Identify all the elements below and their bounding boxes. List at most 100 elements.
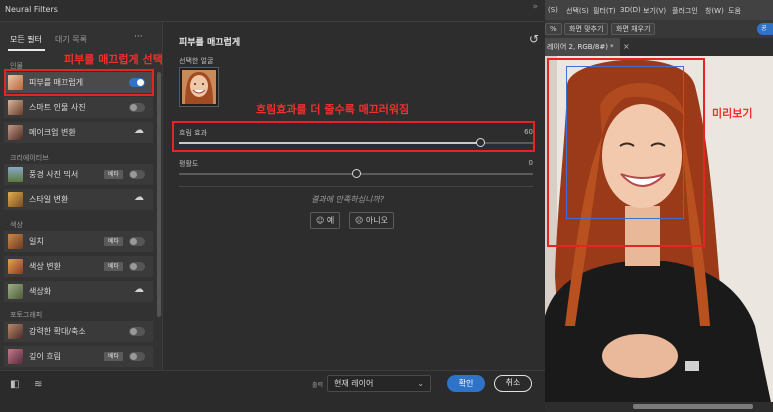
menu-item[interactable]: (S) [548, 6, 558, 14]
output-select[interactable]: 현재 레이어 ⌄ [327, 375, 431, 392]
more-dots-icon[interactable]: » [532, 2, 539, 12]
annotation-blur: 흐림효과를 더 줄수록 매끄러워짐 [256, 103, 410, 116]
layers-icon[interactable]: ≋ [34, 379, 42, 390]
tab-underline [8, 49, 45, 51]
annotation-box-filter [4, 69, 154, 96]
filter-tabs: 모든 필터 대기 목록 ··· [0, 30, 162, 51]
horizontal-scrollbar[interactable] [545, 402, 773, 412]
tab-all-filters[interactable]: 모든 필터 [10, 34, 42, 45]
frown-icon: ☹ [355, 216, 364, 225]
feedback-yes-label: 예 [326, 216, 335, 225]
feedback-no-button[interactable]: ☹ 아니오 [349, 212, 394, 229]
filter-thumb [8, 167, 23, 182]
beta-badge: 베타 [103, 262, 123, 271]
filter-item-harmonization[interactable]: 일치 베타 [4, 231, 153, 252]
options-bar: % 화면 맞추기 화면 채우기 [545, 20, 773, 38]
category-creative: 크리에이티브 [10, 154, 49, 162]
close-icon[interactable]: × [623, 42, 630, 51]
filter-toggle[interactable] [129, 327, 145, 336]
filter-thumb [8, 234, 23, 249]
compare-view-icon[interactable]: ◧ [10, 379, 19, 390]
menu-item-3d[interactable]: 3D(D) [620, 6, 641, 14]
output-label: 출력 [312, 382, 324, 389]
filter-label: 스마트 인물 사진 [29, 103, 86, 112]
category-color: 색상 [10, 221, 23, 229]
filter-thumb [8, 259, 23, 274]
menu-item-select[interactable]: 선택(S) [566, 6, 589, 16]
scroll-thumb[interactable] [633, 404, 753, 409]
divider [179, 186, 533, 187]
tab-waitlist[interactable]: 대기 목록 [55, 34, 87, 45]
smoothness-label: 평활도 [179, 160, 199, 168]
filter-label: 깊이 흐림 [29, 352, 61, 361]
filter-item-style-transfer[interactable]: 스타일 변환 ☁ [4, 189, 153, 210]
smoothness-slider[interactable] [179, 169, 533, 178]
fill-screen-button[interactable]: 화면 채우기 [611, 23, 656, 35]
sidebar-scrollbar[interactable] [157, 72, 161, 317]
selected-face-label: 선택한 얼굴 [179, 57, 214, 65]
filter-label: 색상화 [29, 287, 52, 296]
filter-item-depth-blur[interactable]: 깊이 흐림 베타 [4, 346, 153, 367]
face-thumb-image [182, 70, 216, 104]
filter-item-super-zoom[interactable]: 강력한 확대/축소 [4, 321, 153, 342]
tabs-more-icon[interactable]: ··· [134, 32, 143, 42]
menu-bar: (S) 선택(S) 필터(T) 3D(D) 보기(V) 플러그인 창(W) 도움 [545, 0, 773, 20]
filter-settings-panel: 피부를 매끄럽게 ↺ 선택한 얼굴 흐림 효과 60 평활도 0 결과에 만족하… [162, 22, 545, 370]
filter-thumb [8, 100, 23, 115]
smile-icon: ☺ [316, 216, 325, 225]
reset-icon[interactable]: ↺ [529, 32, 539, 46]
menu-item-filter[interactable]: 필터(T) [593, 6, 616, 16]
filter-thumb [8, 324, 23, 339]
fit-screen-button[interactable]: 화면 맞추기 [564, 23, 609, 35]
filter-label: 풍경 사진 믹서 [29, 170, 79, 179]
chevron-down-icon: ⌄ [417, 379, 424, 388]
filter-thumb [8, 125, 23, 140]
cloud-download-icon[interactable]: ☁ [134, 284, 144, 295]
output-select-value: 현재 레이어 [334, 379, 374, 388]
filter-toggle[interactable] [129, 352, 145, 361]
screen: Neural Filters » 모든 필터 대기 목록 ··· 인물 피부를 … [0, 0, 773, 412]
feedback-no-label: 아니오 [365, 216, 388, 225]
filter-thumb [8, 284, 23, 299]
smoothness-value: 0 [528, 159, 533, 167]
filter-toggle[interactable] [129, 170, 145, 179]
share-button[interactable]: 공 [757, 23, 773, 35]
annotation-box-preview [547, 58, 705, 247]
feedback-yes-button[interactable]: ☺ 예 [310, 212, 341, 229]
cancel-button[interactable]: 취소 [494, 375, 532, 392]
cloud-download-icon[interactable]: ☁ [134, 192, 144, 203]
filter-item-makeup-transfer[interactable]: 메이크업 변환 ☁ [4, 122, 153, 143]
filter-label: 메이크업 변환 [29, 128, 76, 137]
filter-toggle[interactable] [129, 237, 145, 246]
selected-face-thumbnail[interactable] [179, 67, 219, 107]
document-tab-bar: 레이어 2, RGB/8#) * × [545, 38, 773, 56]
filter-toggle[interactable] [129, 262, 145, 271]
filter-thumb [8, 192, 23, 207]
filter-label: 색상 변환 [29, 262, 61, 271]
beta-badge: 베타 [103, 237, 123, 246]
annotation-preview: 미리보기 [712, 107, 753, 120]
menu-item-plugins[interactable]: 플러그인 [672, 6, 698, 16]
menu-item-window[interactable]: 창(W) [705, 6, 724, 16]
filter-item-landscape-mixer[interactable]: 풍경 사진 믹서 베타 [4, 164, 153, 185]
menu-item-help[interactable]: 도움 [728, 6, 741, 16]
feedback-question: 결과에 만족하십니까? [311, 195, 385, 204]
ok-button[interactable]: 확인 [447, 375, 485, 392]
filter-label: 강력한 확대/축소 [29, 327, 86, 336]
filter-label: 일치 [29, 237, 44, 246]
panel-title: 피부를 매끄럽게 [179, 38, 241, 48]
document-tab[interactable]: 레이어 2, RGB/8#) * [545, 38, 620, 56]
filter-item-smart-portrait[interactable]: 스마트 인물 사진 [4, 97, 153, 118]
filter-item-color-transfer[interactable]: 색상 변환 베타 [4, 256, 153, 277]
cloud-download-icon[interactable]: ☁ [134, 125, 144, 136]
filter-item-colorize[interactable]: 색상화 ☁ [4, 281, 153, 302]
zoom-percent[interactable]: % [545, 23, 562, 35]
annotation-box-blur [172, 121, 535, 152]
annotation-filter: 피부를 매끄럽게 선택 [64, 53, 163, 66]
filter-thumb [8, 349, 23, 364]
smoothness-slider-knob[interactable] [352, 169, 361, 178]
beta-badge: 베타 [103, 170, 123, 179]
menu-item-view[interactable]: 보기(V) [643, 6, 666, 16]
filter-toggle[interactable] [129, 103, 145, 112]
titlebar: Neural Filters » [0, 0, 545, 22]
